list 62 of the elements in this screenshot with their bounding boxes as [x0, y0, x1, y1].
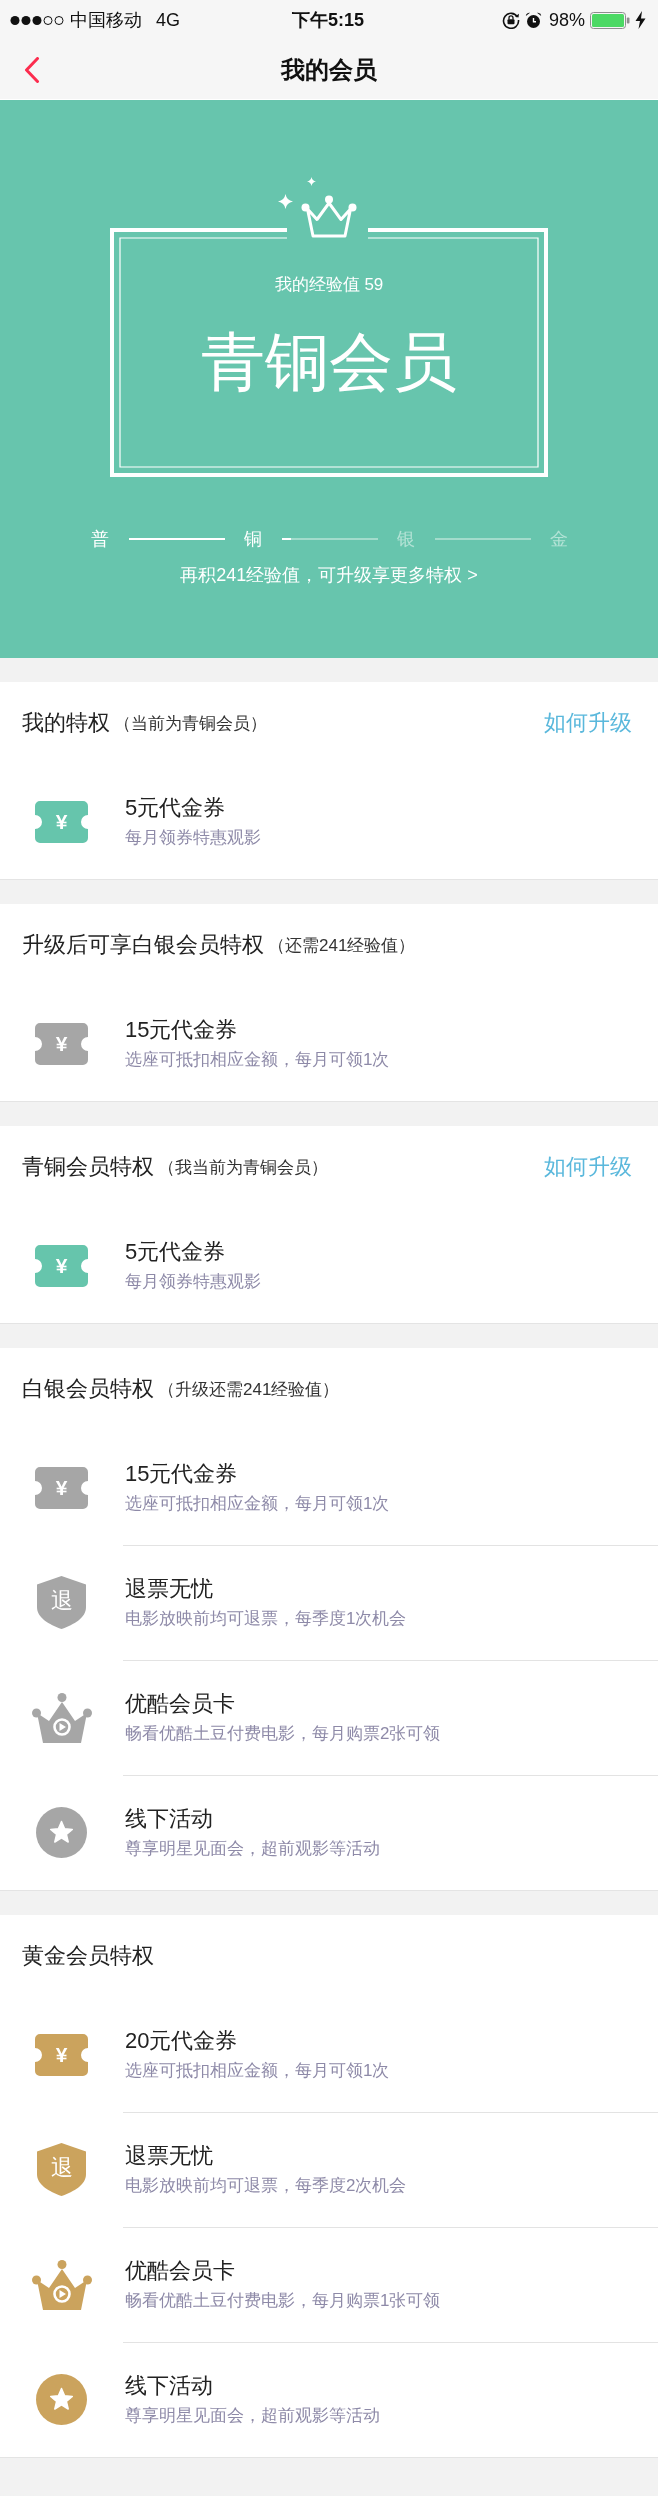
privilege-title: 15元代金券 — [125, 1459, 239, 1488]
privilege-description: 电影放映前均可退票，每季度1次机会 — [125, 1608, 408, 1630]
carrier-name: 中国移动 — [70, 9, 142, 32]
back-button[interactable] — [24, 56, 40, 83]
privilege-description: 每月领券特惠观影 — [125, 1270, 262, 1293]
section-title: 青铜会员特权 — [22, 1153, 154, 1181]
orientation-lock-icon — [501, 11, 520, 29]
privilege-title: 线下活动 — [125, 1805, 214, 1833]
experience-points: 我的经验值 59 — [274, 274, 384, 296]
sparkle-icon — [278, 194, 293, 209]
privilege-title: 退票无忧 — [125, 2142, 214, 2170]
section-note: （升级还需241经验值） — [158, 1378, 340, 1401]
currency-symbol: ¥ — [55, 1255, 68, 1276]
privilege-description: 每月领券特惠观影 — [125, 826, 262, 849]
privilege-title: 优酷会员卡 — [125, 2257, 236, 2285]
privilege-description: 尊享明星见面会，超前观影等活动 — [125, 2405, 381, 2427]
section-title: 白银会员特权 — [22, 1375, 154, 1403]
privilege-description: 选座可抵扣相应金额，每月可领1次 — [125, 1492, 391, 1515]
section-note: （还需241经验值） — [268, 934, 416, 957]
page-title: 我的会员 — [281, 54, 377, 85]
upgrade-hint-link[interactable]: 再积241经验值，可升级享更多特权 > — [180, 562, 478, 588]
privilege-description: 选座可抵扣相应金额，每月可领1次 — [125, 2059, 391, 2082]
privilege-title: 5元代金券 — [125, 793, 227, 822]
sparkle-icon — [307, 177, 316, 186]
shield-label: 退 — [50, 1590, 73, 1612]
privilege-title: 20元代金券 — [125, 2026, 239, 2055]
privilege-description: 畅看优酷土豆付费电影，每月购票1张可领 — [125, 2290, 442, 2312]
battery-percent: 98% — [548, 9, 585, 31]
currency-symbol: ¥ — [55, 2044, 68, 2065]
privilege-description: 畅看优酷土豆付费电影，每月购票2张可领 — [125, 1723, 442, 1745]
section-title: 黄金会员特权 — [22, 1942, 154, 1970]
network-type: 4G — [156, 9, 180, 31]
alarm-clock-icon — [524, 11, 542, 29]
section-title: 升级后可享白银会员特权 — [22, 931, 264, 959]
privilege-title: 15元代金券 — [125, 1015, 239, 1044]
privilege-description: 电影放映前均可退票，每季度2次机会 — [125, 2175, 408, 2197]
currency-symbol: ¥ — [55, 1033, 68, 1054]
tier-label: 金 — [549, 528, 568, 551]
privilege-title: 优酷会员卡 — [125, 1690, 236, 1718]
section-title: 我的特权 — [22, 709, 110, 737]
signal-icon — [10, 14, 64, 26]
chevron-left-icon — [24, 56, 40, 83]
upgrade-link[interactable]: 如何升级 — [544, 708, 632, 738]
currency-symbol: ¥ — [55, 811, 68, 832]
tier-label: 铜 — [243, 528, 262, 551]
membership-level: 青铜会员 — [201, 325, 457, 400]
crown-icon — [301, 195, 357, 238]
privilege-description: 尊享明星见面会，超前观影等活动 — [125, 1838, 381, 1860]
currency-symbol: ¥ — [55, 1477, 68, 1498]
privilege-title: 退票无忧 — [125, 1575, 214, 1603]
shield-label: 退 — [50, 2157, 73, 2179]
status-time: 下午5:15 — [292, 9, 364, 32]
privilege-title: 5元代金券 — [125, 1237, 227, 1266]
section-note: （我当前为青铜会员） — [158, 1156, 328, 1179]
privilege-description: 选座可抵扣相应金额，每月可领1次 — [125, 1048, 391, 1071]
upgrade-link[interactable]: 如何升级 — [544, 1152, 632, 1182]
battery-icon — [590, 11, 630, 29]
section-note: （当前为青铜会员） — [114, 712, 267, 735]
tier-label: 银 — [396, 528, 415, 551]
charging-bolt-icon — [635, 11, 646, 29]
privilege-title: 线下活动 — [125, 2372, 214, 2400]
tier-label: 普 — [90, 528, 109, 551]
